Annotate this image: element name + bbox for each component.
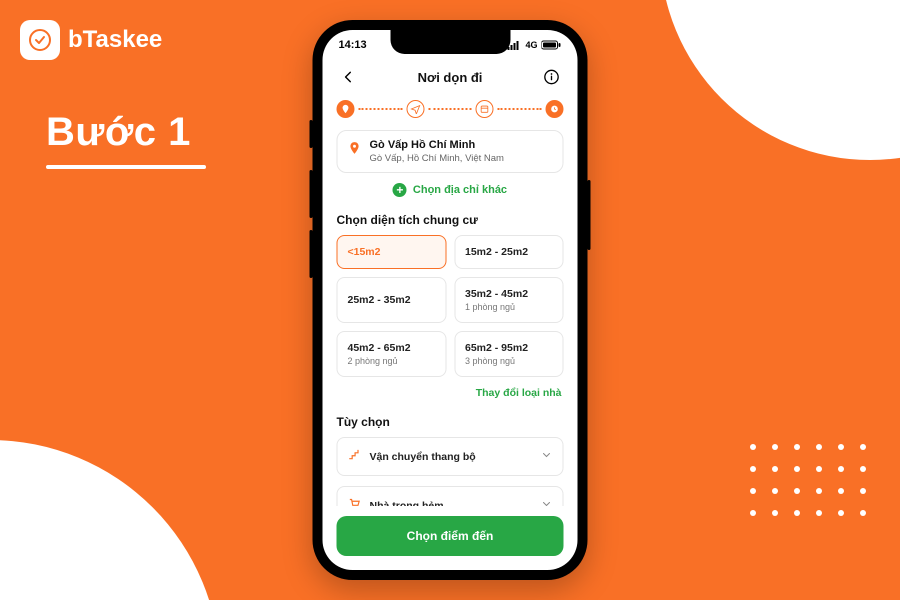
phone-notch: [390, 30, 510, 54]
status-time: 14:13: [339, 39, 367, 51]
info-button[interactable]: [540, 65, 564, 89]
option-alley-house[interactable]: Nhà trong hẻm: [337, 486, 564, 506]
bg-decor-circle-top: [660, 0, 900, 160]
brand-logo: bTaskee: [20, 20, 162, 60]
area-option-sub: 3 phòng ngủ: [465, 356, 553, 366]
progress-step-clock-icon: [546, 100, 564, 118]
options-section-title: Tùy chọn: [337, 415, 564, 429]
battery-icon: [542, 40, 562, 50]
step-title: Bước 1: [46, 110, 206, 155]
area-option-sub: 1 phòng ngủ: [465, 302, 553, 312]
choose-other-address-button[interactable]: + Chọn địa chỉ khác: [337, 173, 564, 209]
choose-other-address-label: Chọn địa chỉ khác: [413, 184, 507, 196]
area-option-label: 45m2 - 65m2: [348, 342, 436, 354]
progress-step-send-icon: [406, 100, 424, 118]
bg-decor-dots: [750, 444, 870, 520]
brand-name: bTaskee: [68, 26, 162, 54]
phone-volume-down: [310, 230, 313, 278]
address-title: Gò Vấp Hồ Chí Minh: [370, 139, 504, 151]
area-option-sub: 2 phòng ngủ: [348, 356, 436, 366]
address-card[interactable]: Gò Vấp Hồ Chí Minh Gò Vấp, Hồ Chí Minh, …: [337, 130, 564, 173]
cart-icon: [348, 496, 362, 506]
bg-decor-circle-bottom: [0, 440, 220, 600]
info-icon: [544, 69, 560, 85]
status-network: 4G: [525, 40, 537, 50]
phone-power-button: [588, 180, 591, 250]
stairs-icon: [348, 447, 362, 466]
choose-destination-button[interactable]: Chọn điểm đến: [337, 516, 564, 556]
app-header: Nơi dọn đi: [323, 60, 578, 94]
phone-volume-up: [310, 170, 313, 218]
progress-steps: [323, 94, 578, 124]
option-label: Vận chuyển thang bộ: [370, 451, 533, 463]
location-pin-icon: [348, 141, 362, 164]
area-option-label: 65m2 - 95m2: [465, 342, 553, 354]
area-section-title: Chọn diện tích chung cư: [337, 213, 564, 227]
address-subtitle: Gò Vấp, Hồ Chí Minh, Việt Nam: [370, 153, 504, 164]
area-option-label: 25m2 - 35m2: [348, 294, 436, 306]
area-option-label: 15m2 - 25m2: [465, 246, 553, 258]
progress-step-location-icon: [337, 100, 355, 118]
area-option[interactable]: 25m2 - 35m2: [337, 277, 447, 323]
change-house-type-link[interactable]: Thay đổi loại nhà: [337, 377, 564, 411]
area-options-grid: <15m2 15m2 - 25m2 25m2 - 35m2 35m2 - 45m…: [337, 235, 564, 377]
chevron-down-icon: [541, 497, 553, 507]
option-stairs-transport[interactable]: Vận chuyển thang bộ: [337, 437, 564, 476]
brand-logo-icon: [20, 20, 60, 60]
back-button[interactable]: [337, 65, 361, 89]
step-underline: [46, 165, 206, 169]
area-option[interactable]: 35m2 - 45m2 1 phòng ngủ: [454, 277, 564, 323]
cta-container: Chọn điểm đến: [323, 506, 578, 570]
plus-icon: +: [393, 183, 407, 197]
area-option-label: 35m2 - 45m2: [465, 288, 553, 300]
phone-mute-switch: [310, 120, 313, 148]
step-label-block: Bước 1: [46, 110, 206, 169]
area-option[interactable]: 15m2 - 25m2: [454, 235, 564, 269]
chevron-left-icon: [342, 70, 356, 84]
page-title: Nơi dọn đi: [418, 70, 483, 85]
area-option[interactable]: 45m2 - 65m2 2 phòng ngủ: [337, 331, 447, 377]
area-option[interactable]: <15m2: [337, 235, 447, 269]
area-option-label: <15m2: [348, 246, 436, 258]
progress-step-calendar-icon: [476, 100, 494, 118]
area-option[interactable]: 65m2 - 95m2 3 phòng ngủ: [454, 331, 564, 377]
chevron-down-icon: [541, 448, 553, 466]
content-area[interactable]: Gò Vấp Hồ Chí Minh Gò Vấp, Hồ Chí Minh, …: [323, 124, 578, 506]
phone-frame: 14:13 4G Nơi dọn đi: [313, 20, 588, 580]
